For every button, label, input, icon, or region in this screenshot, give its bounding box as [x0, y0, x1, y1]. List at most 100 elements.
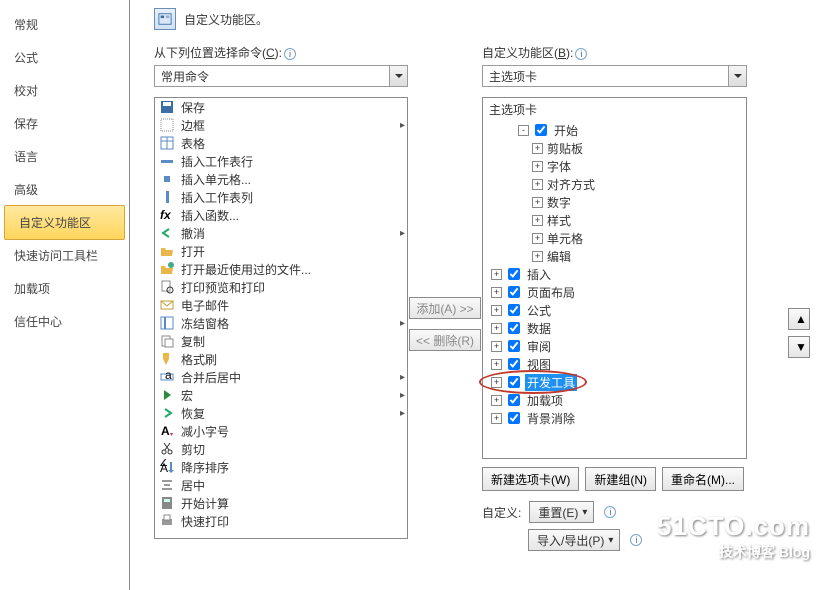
- tree-node[interactable]: -开始: [505, 121, 742, 139]
- tree-node[interactable]: +审阅: [491, 337, 742, 355]
- help-icon[interactable]: i: [630, 534, 642, 546]
- command-item[interactable]: 居中: [155, 476, 407, 494]
- tree-node[interactable]: +公式: [491, 301, 742, 319]
- command-item[interactable]: 宏▸: [155, 386, 407, 404]
- command-item[interactable]: 恢复▸: [155, 404, 407, 422]
- command-item[interactable]: a合并后居中▸: [155, 368, 407, 386]
- tree-node[interactable]: +页面布局: [491, 283, 742, 301]
- expand-icon[interactable]: +: [491, 269, 502, 280]
- expand-icon[interactable]: +: [532, 179, 543, 190]
- tab-checkbox[interactable]: [508, 340, 520, 352]
- tree-node[interactable]: +编辑: [519, 247, 742, 265]
- tree-node[interactable]: +开发工具: [491, 373, 742, 391]
- command-item[interactable]: 插入单元格...: [155, 170, 407, 188]
- chevron-down-icon[interactable]: [728, 66, 746, 86]
- command-item[interactable]: 边框▸: [155, 116, 407, 134]
- sidebar-item[interactable]: 自定义功能区: [4, 205, 125, 240]
- command-item[interactable]: 表格: [155, 134, 407, 152]
- expand-icon[interactable]: +: [532, 233, 543, 244]
- merge-icon: a: [159, 369, 175, 385]
- move-down-button[interactable]: ▼: [788, 336, 810, 358]
- expand-icon[interactable]: +: [491, 305, 502, 316]
- command-item[interactable]: 开始计算: [155, 494, 407, 512]
- expand-icon[interactable]: +: [491, 359, 502, 370]
- command-item[interactable]: ZA降序排序: [155, 458, 407, 476]
- command-item[interactable]: 保存: [155, 98, 407, 116]
- tab-checkbox[interactable]: [508, 304, 520, 316]
- sidebar-item[interactable]: 常规: [0, 8, 129, 41]
- tab-checkbox[interactable]: [535, 124, 547, 136]
- reset-dropdown[interactable]: 重置(E): [529, 501, 594, 523]
- expand-icon[interactable]: +: [491, 395, 502, 406]
- tree-node[interactable]: +视图: [491, 355, 742, 373]
- tree-node[interactable]: +剪贴板: [519, 139, 742, 157]
- tab-checkbox[interactable]: [508, 358, 520, 370]
- tree-node[interactable]: +单元格: [519, 229, 742, 247]
- sidebar-item[interactable]: 校对: [0, 74, 129, 107]
- expand-icon[interactable]: +: [491, 287, 502, 298]
- help-icon[interactable]: i: [604, 506, 616, 518]
- sidebar-item[interactable]: 公式: [0, 41, 129, 74]
- tree-node[interactable]: +对齐方式: [519, 175, 742, 193]
- sidebar-item[interactable]: 加载项: [0, 272, 129, 305]
- expand-icon[interactable]: +: [491, 323, 502, 334]
- tab-checkbox[interactable]: [508, 322, 520, 334]
- sidebar-item[interactable]: 信任中心: [0, 305, 129, 338]
- import-export-dropdown[interactable]: 导入/导出(P): [528, 529, 620, 551]
- tree-node[interactable]: +数据: [491, 319, 742, 337]
- new-tab-button[interactable]: 新建选项卡(W): [482, 467, 579, 491]
- tree-node[interactable]: +样式: [519, 211, 742, 229]
- tab-checkbox[interactable]: [508, 286, 520, 298]
- add-button[interactable]: 添加(A) >>: [409, 297, 481, 319]
- ribbon-tree[interactable]: 主选项卡 -开始+剪贴板+字体+对齐方式+数字+样式+单元格+编辑+插入+页面布…: [482, 97, 747, 459]
- tree-node[interactable]: +加载项: [491, 391, 742, 409]
- tab-checkbox[interactable]: [508, 268, 520, 280]
- command-item[interactable]: fx插入函数...: [155, 206, 407, 224]
- expand-icon[interactable]: +: [532, 215, 543, 226]
- svg-text:A: A: [161, 424, 170, 438]
- command-item[interactable]: 打印预览和打印: [155, 278, 407, 296]
- command-item[interactable]: 撤消▸: [155, 224, 407, 242]
- chevron-down-icon[interactable]: [389, 66, 407, 86]
- remove-button[interactable]: << 删除(R): [409, 329, 481, 351]
- sidebar-item[interactable]: 快速访问工具栏: [0, 239, 129, 272]
- expand-icon[interactable]: +: [532, 251, 543, 262]
- expand-icon[interactable]: +: [532, 197, 543, 208]
- tree-node[interactable]: +数字: [519, 193, 742, 211]
- command-item[interactable]: 电子邮件: [155, 296, 407, 314]
- new-group-button[interactable]: 新建组(N): [585, 467, 656, 491]
- sidebar-item[interactable]: 高级: [0, 173, 129, 206]
- command-item[interactable]: 格式刷: [155, 350, 407, 368]
- expand-icon[interactable]: -: [518, 125, 529, 136]
- expand-icon[interactable]: +: [532, 161, 543, 172]
- tree-node[interactable]: +背景消除: [491, 409, 742, 427]
- expand-icon[interactable]: +: [491, 377, 502, 388]
- command-item[interactable]: 插入工作表行: [155, 152, 407, 170]
- sidebar-item[interactable]: 保存: [0, 107, 129, 140]
- commands-from-select[interactable]: 常用命令: [154, 65, 408, 87]
- help-icon[interactable]: i: [575, 48, 587, 60]
- command-item[interactable]: 打开最近使用过的文件...: [155, 260, 407, 278]
- tree-node[interactable]: +字体: [519, 157, 742, 175]
- ribbon-target-select[interactable]: 主选项卡: [482, 65, 747, 87]
- tree-node[interactable]: +插入: [491, 265, 742, 283]
- tab-checkbox[interactable]: [508, 376, 520, 388]
- tab-checkbox[interactable]: [508, 412, 520, 424]
- command-item[interactable]: 打开: [155, 242, 407, 260]
- command-item[interactable]: 冻结窗格▸: [155, 314, 407, 332]
- sidebar: 常规公式校对保存语言高级自定义功能区快速访问工具栏加载项信任中心: [0, 0, 130, 590]
- command-item[interactable]: 快速打印: [155, 512, 407, 530]
- command-item[interactable]: 插入工作表列: [155, 188, 407, 206]
- move-up-button[interactable]: ▲: [788, 308, 810, 330]
- command-item[interactable]: 剪切: [155, 440, 407, 458]
- expand-icon[interactable]: +: [491, 413, 502, 424]
- expand-icon[interactable]: +: [532, 143, 543, 154]
- rename-button[interactable]: 重命名(M)...: [662, 467, 744, 491]
- tab-checkbox[interactable]: [508, 394, 520, 406]
- expand-icon[interactable]: +: [491, 341, 502, 352]
- command-item[interactable]: 复制: [155, 332, 407, 350]
- help-icon[interactable]: i: [284, 48, 296, 60]
- commands-listbox[interactable]: 保存边框▸表格插入工作表行插入单元格...插入工作表列fx插入函数...撤消▸打…: [154, 97, 408, 539]
- command-item[interactable]: A减小字号: [155, 422, 407, 440]
- sidebar-item[interactable]: 语言: [0, 140, 129, 173]
